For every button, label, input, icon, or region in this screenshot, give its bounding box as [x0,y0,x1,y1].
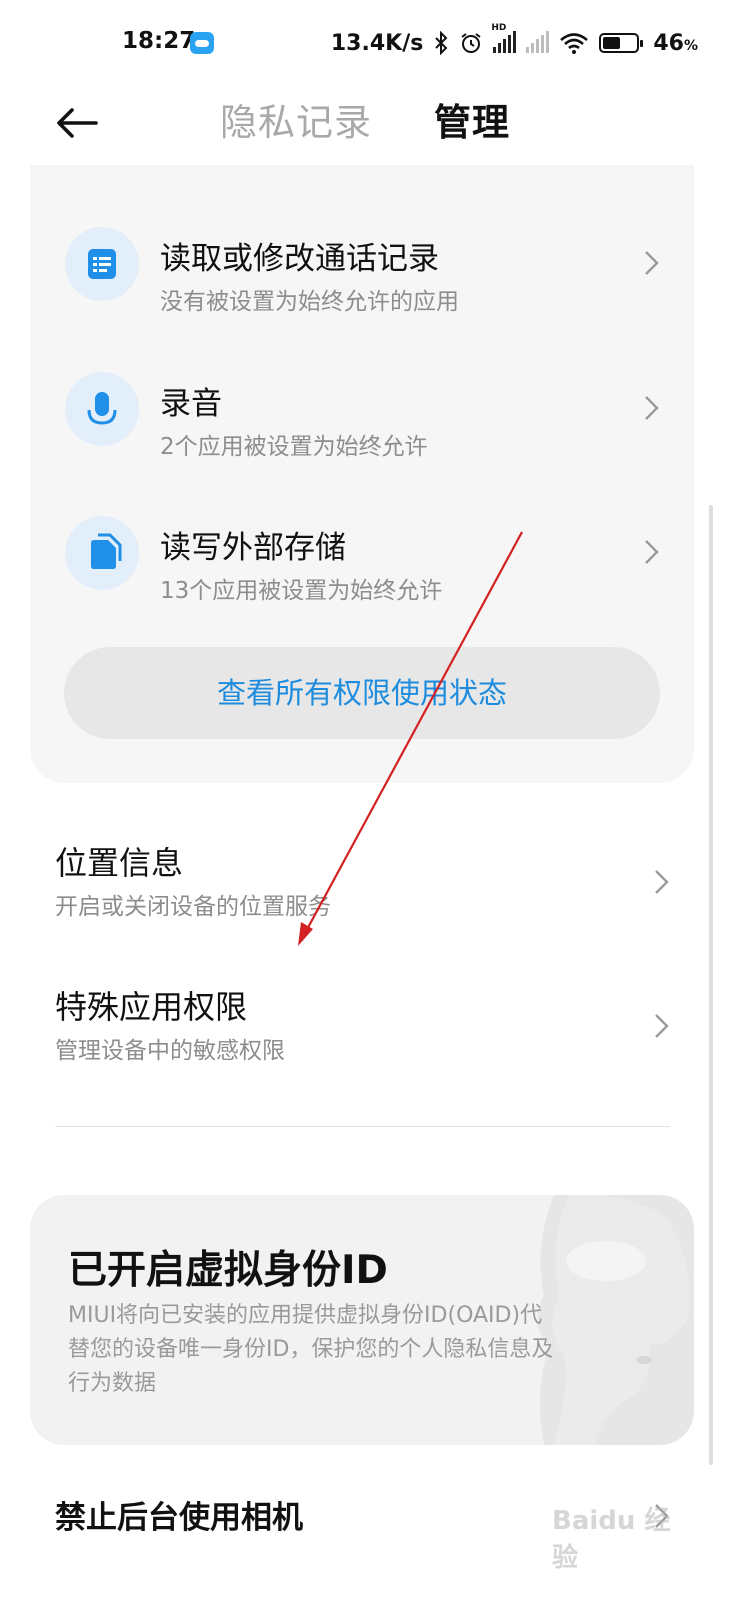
signal-2-icon [526,31,550,53]
permission-usage-card: 读取或修改通话记录 没有被设置为始终允许的应用 录音 2个应用被设置为始终允许 … [30,165,694,783]
back-arrow-icon [57,108,98,138]
list-item-location[interactable]: 位置信息 开启或关闭设备的位置服务 [0,830,738,950]
list-subtitle: 管理设备中的敏感权限 [55,1038,285,1064]
chevron-right-icon [655,1014,669,1038]
storage-icon [65,516,139,590]
bluetooth-icon [435,31,448,55]
perm-item-recording[interactable]: 录音 2个应用被设置为始终允许 [30,350,694,470]
list-title: 位置信息 [55,844,184,882]
microphone-icon [65,372,139,446]
oaid-desc-line: MIUI将向已安装的应用提供虚拟身份ID(OAID)代 [68,1303,543,1328]
battery-percent: 46 [653,30,684,56]
view-all-permissions-button[interactable]: 查看所有权限使用状态 [64,647,660,739]
chevron-right-icon [655,870,669,894]
perm-subtitle: 没有被设置为始终允许的应用 [160,289,459,315]
network-speed: 13.4K/s [330,30,424,56]
list-item-block-background-camera[interactable]: 禁止后台使用相机 [55,1492,303,1537]
signal-icon: HD [491,23,517,53]
oaid-description: MIUI将向已安装的应用提供虚拟身份ID(OAID)代 替您的设备唯一身份ID，… [68,1299,608,1401]
perm-subtitle: 13个应用被设置为始终允许 [160,578,443,604]
oaid-desc-line: 行为数据 [68,1371,157,1396]
status-icons: 13.4K/s HD 46% [330,23,698,58]
perm-item-call-log[interactable]: 读取或修改通话记录 没有被设置为始终允许的应用 [30,205,694,325]
oaid-title: 已开启虚拟身份ID [68,1248,388,1293]
divider [55,1126,670,1127]
battery-icon [599,33,644,53]
chevron-right-icon [645,251,659,275]
tab-manage[interactable]: 管理 [434,92,510,146]
title-bar: 隐私记录 管理 [0,88,738,158]
status-time: 18:27 [122,28,196,54]
battery-unit: % [683,37,698,54]
scrollbar[interactable] [709,505,713,1465]
tab-privacy-records[interactable]: 隐私记录 [220,92,372,146]
wifi-icon [560,33,589,54]
list-subtitle: 开启或关闭设备的位置服务 [55,894,331,920]
cloud-icon [190,32,214,54]
hd-label: HD [491,23,507,33]
list-item-special-permissions[interactable]: 特殊应用权限 管理设备中的敏感权限 [0,974,738,1094]
baidu-watermark: Baidu 经验 [552,1500,692,1573]
call-log-icon [65,227,139,301]
perm-subtitle: 2个应用被设置为始终允许 [160,434,428,460]
watermark-text: Baidu 经验 [552,1506,671,1573]
perm-title: 读写外部存储 [160,530,346,566]
chevron-right-icon [645,540,659,564]
status-bar: 18:27 13.4K/s HD 46% [0,0,738,88]
oaid-desc-line: 替您的设备唯一身份ID，保护您的个人隐私信息及 [68,1337,554,1362]
chevron-right-icon [645,396,659,420]
perm-title: 读取或修改通话记录 [160,241,439,277]
list-title: 特殊应用权限 [55,988,248,1026]
back-button[interactable] [52,96,106,150]
perm-title: 录音 [160,386,222,422]
alarm-icon [461,33,481,53]
perm-item-storage[interactable]: 读写外部存储 13个应用被设置为始终允许 [30,494,694,614]
virtual-id-card[interactable]: 已开启虚拟身份ID MIUI将向已安装的应用提供虚拟身份ID(OAID)代 替您… [30,1195,694,1445]
